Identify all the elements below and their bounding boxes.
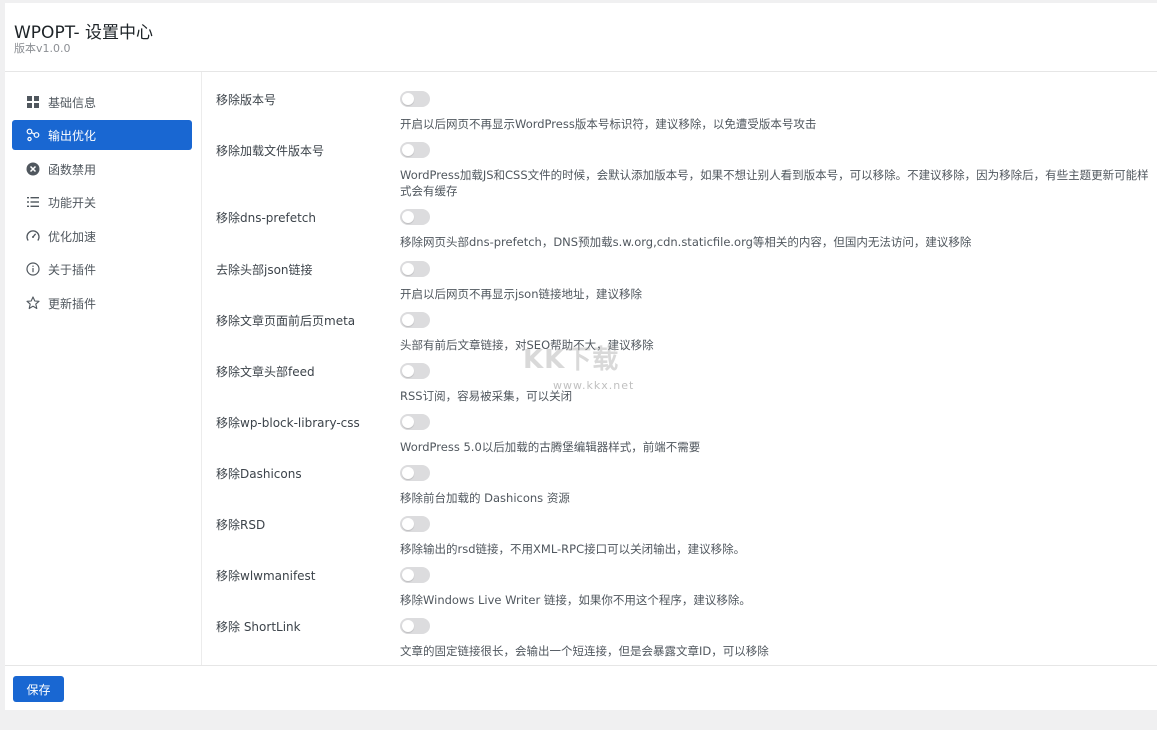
sidebar-item-label: 优化加速 bbox=[48, 230, 97, 244]
version-label: 版本v1.0.0 bbox=[14, 42, 71, 55]
option-toggle[interactable] bbox=[400, 91, 430, 107]
sidebar-item-label: 更新插件 bbox=[48, 297, 97, 311]
sidebar-item-label: 基础信息 bbox=[48, 96, 97, 110]
sidebar-item-label: 功能开关 bbox=[48, 196, 97, 210]
option-description: 开启以后网页不再显示json链接地址，建议移除 bbox=[400, 287, 643, 301]
option-description: 文章的固定链接很长，会输出一个短连接，但是会暴露文章ID，可以移除 bbox=[400, 644, 769, 658]
sidebar-item-basic-info[interactable]: 基础信息 bbox=[12, 87, 192, 117]
option-label: 移除 ShortLink bbox=[216, 620, 301, 634]
option-toggle[interactable] bbox=[400, 618, 430, 634]
info-icon bbox=[26, 262, 40, 276]
sidebar-item-speed-up[interactable]: 优化加速 bbox=[12, 221, 192, 251]
option-label: 移除Dashicons bbox=[216, 467, 302, 481]
option-label: 移除文章页面前后页meta bbox=[216, 314, 356, 328]
sidebar-item-feature-switch[interactable]: 功能开关 bbox=[12, 187, 192, 217]
option-description: RSS订阅，容易被采集，可以关闭 bbox=[400, 389, 573, 403]
option-label: 移除文章头部feed bbox=[216, 365, 315, 379]
option-toggle[interactable] bbox=[400, 414, 430, 430]
sidebar-item-label: 关于插件 bbox=[48, 263, 97, 277]
option-label: 移除版本号 bbox=[216, 93, 277, 107]
option-description: WordPress加载JS和CSS文件的时候，会默认添加版本号，如果不想让别人看… bbox=[400, 168, 1149, 198]
option-toggle[interactable] bbox=[400, 209, 430, 225]
option-label: 移除wp-block-library-css bbox=[216, 416, 360, 430]
sidebar: 基础信息 输出优化 函数禁用 功能开关 优化加速 关于插件 更新插件 bbox=[5, 72, 202, 665]
option-description: 移除网页头部dns-prefetch，DNS预加载s.w.org,cdn.sta… bbox=[400, 235, 972, 249]
option-label: 移除dns-prefetch bbox=[216, 211, 316, 225]
sidebar-item-label: 函数禁用 bbox=[48, 163, 97, 177]
option-label: 移除RSD bbox=[216, 518, 266, 532]
options-list: 移除版本号 开启以后网页不再显示WordPress版本号标识符，建议移除，以免遭… bbox=[202, 72, 1157, 665]
footer-bar: 保存 bbox=[5, 665, 1157, 711]
option-toggle[interactable] bbox=[400, 465, 430, 481]
page-header: WPOPT- 设置中心 版本v1.0.0 bbox=[5, 3, 1157, 72]
option-toggle[interactable] bbox=[400, 312, 430, 328]
option-toggle[interactable] bbox=[400, 363, 430, 379]
speedometer-icon bbox=[26, 230, 40, 241]
grid-icon bbox=[27, 96, 39, 108]
sidebar-item-output-optimize[interactable]: 输出优化 bbox=[12, 120, 192, 150]
share-nodes-icon bbox=[26, 128, 40, 142]
ban-circle-icon bbox=[26, 162, 40, 176]
option-label: 移除加载文件版本号 bbox=[216, 144, 325, 158]
star-icon bbox=[26, 296, 40, 310]
option-label: 移除wlwmanifest bbox=[216, 569, 316, 583]
sidebar-item-function-disable[interactable]: 函数禁用 bbox=[12, 154, 192, 184]
option-description: 移除Windows Live Writer 链接，如果你不用这个程序，建议移除。 bbox=[400, 593, 751, 607]
option-description: 移除输出的rsd链接，不用XML-RPC接口可以关闭输出，建议移除。 bbox=[400, 542, 746, 556]
option-description: WordPress 5.0以后加载的古腾堡编辑器样式，前端不需要 bbox=[400, 440, 701, 454]
sidebar-item-about-plugin[interactable]: 关于插件 bbox=[12, 254, 192, 284]
option-toggle[interactable] bbox=[400, 142, 430, 158]
sidebar-item-label: 输出优化 bbox=[48, 129, 97, 143]
save-button[interactable]: 保存 bbox=[13, 676, 64, 702]
option-toggle[interactable] bbox=[400, 516, 430, 532]
option-toggle[interactable] bbox=[400, 261, 430, 277]
sidebar-item-update-plugin[interactable]: 更新插件 bbox=[12, 288, 192, 318]
settings-panel: WPOPT- 设置中心 版本v1.0.0 基础信息 输出优化 函数禁用 功能开关… bbox=[5, 3, 1157, 710]
option-description: 开启以后网页不再显示WordPress版本号标识符，建议移除，以免遭受版本号攻击 bbox=[400, 117, 817, 131]
list-icon bbox=[27, 197, 39, 207]
option-description: 移除前台加载的 Dashicons 资源 bbox=[400, 491, 570, 505]
option-label: 去除头部json链接 bbox=[216, 263, 313, 277]
option-description: 头部有前后文章链接，对SEO帮助不大，建议移除 bbox=[400, 338, 654, 352]
option-toggle[interactable] bbox=[400, 567, 430, 583]
